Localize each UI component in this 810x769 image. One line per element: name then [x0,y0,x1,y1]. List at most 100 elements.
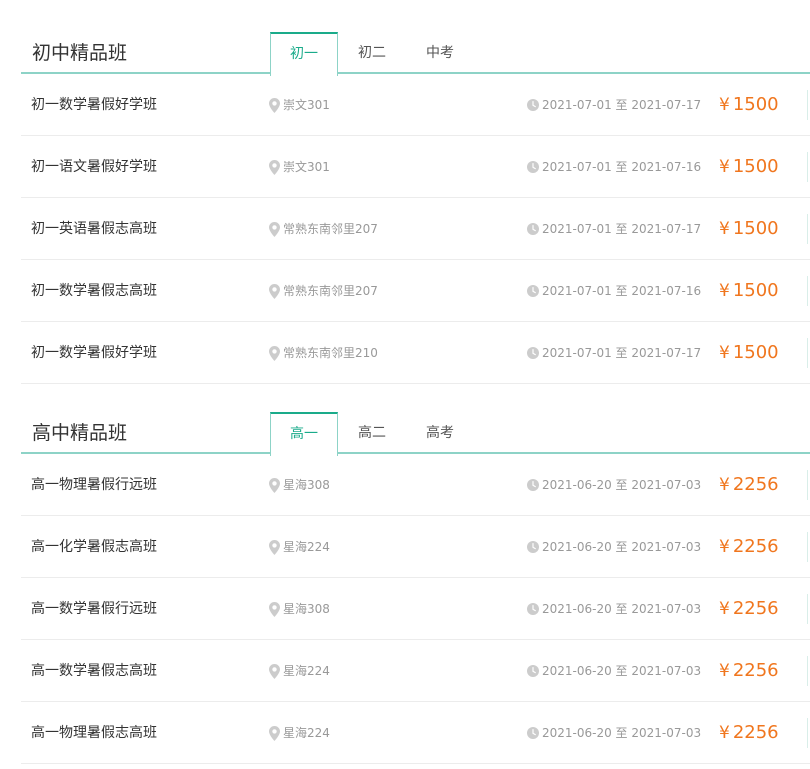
price-value: 2256 [732,660,779,681]
map-pin-icon [269,346,280,361]
yen-symbol: ¥ [719,219,730,239]
course-name-link[interactable]: 初一数学暑假好学班 [31,322,157,384]
tab-senior-1[interactable]: 高一 [270,412,338,456]
map-pin-icon [269,98,280,113]
course-price: ¥2256 [719,702,779,764]
section-header: 初中精品班 初一 初二 中考 [21,32,810,76]
course-name-link[interactable]: 初一数学暑假好学班 [31,74,157,136]
price-value: 2256 [732,598,779,619]
date-range-text: 2021-07-01 至 2021-07-17 [542,346,702,360]
course-row[interactable]: 初一英语暑假志高班 常熟东南邻里207 2021-07-01 至 2021-07… [21,198,810,260]
course-row[interactable]: 高一化学暑假志高班 星海224 2021-06-20 至 2021-07-03 … [21,516,810,578]
clock-icon [527,479,539,491]
map-pin-icon [269,602,280,617]
map-pin-icon [269,726,280,741]
clock-icon [527,285,539,297]
course-row[interactable]: 高一物理暑假志高班 星海224 2021-06-20 至 2021-07-03 … [21,702,810,764]
yen-symbol: ¥ [719,537,730,557]
price-value: 1500 [732,156,779,177]
map-pin-icon [269,160,280,175]
course-row[interactable]: 高一数学暑假志高班 星海224 2021-06-20 至 2021-07-03 … [21,640,810,702]
clock-icon [527,541,539,553]
course-list: 初一数学暑假好学班 崇文301 2021-07-01 至 2021-07-17 … [21,74,810,384]
location-text: 星海224 [283,726,330,740]
map-pin-icon [269,664,280,679]
course-name-link[interactable]: 高一数学暑假志高班 [31,640,157,702]
price-value: 1500 [732,94,779,115]
date-range-text: 2021-06-20 至 2021-07-03 [542,726,702,740]
course-list: 高一物理暑假行远班 星海308 2021-06-20 至 2021-07-03 … [21,454,810,764]
section-header: 高中精品班 高一 高二 高考 [21,412,810,456]
tab-zhongkao[interactable]: 中考 [406,32,474,74]
map-pin-icon [269,540,280,555]
price-value: 2256 [732,474,779,495]
course-row[interactable]: 高一数学暑假行远班 星海308 2021-06-20 至 2021-07-03 … [21,578,810,640]
date-range-text: 2021-06-20 至 2021-07-03 [542,664,702,678]
map-pin-icon [269,222,280,237]
price-value: 1500 [732,342,779,363]
course-name-link[interactable]: 初一语文暑假好学班 [31,136,157,198]
section-junior-high: 初中精品班 初一 初二 中考 初一数学暑假好学班 崇文301 2021-07-0… [21,32,810,384]
course-name-link[interactable]: 高一物理暑假志高班 [31,702,157,764]
course-price: ¥1500 [719,136,779,198]
yen-symbol: ¥ [719,475,730,495]
yen-symbol: ¥ [719,343,730,363]
clock-icon [527,161,539,173]
location-text: 常熟东南邻里207 [283,222,378,236]
course-price: ¥1500 [719,198,779,260]
yen-symbol: ¥ [719,599,730,619]
yen-symbol: ¥ [719,157,730,177]
location-text: 崇文301 [283,98,330,112]
date-range-text: 2021-07-01 至 2021-07-16 [542,160,702,174]
course-price: ¥2256 [719,578,779,640]
location-text: 崇文301 [283,160,330,174]
location-text: 常熟东南邻里207 [283,284,378,298]
clock-icon [527,603,539,615]
date-range-text: 2021-06-20 至 2021-07-03 [542,540,702,554]
price-value: 1500 [732,218,779,239]
section-title: 高中精品班 [32,422,128,444]
clock-icon [527,665,539,677]
date-range-text: 2021-07-01 至 2021-07-16 [542,284,702,298]
yen-symbol: ¥ [719,723,730,743]
course-row[interactable]: 初一数学暑假志高班 常熟东南邻里207 2021-07-01 至 2021-07… [21,260,810,322]
course-name-link[interactable]: 高一物理暑假行远班 [31,454,157,516]
map-pin-icon [269,478,280,493]
course-name-link[interactable]: 初一数学暑假志高班 [31,260,157,322]
course-name-link[interactable]: 初一英语暑假志高班 [31,198,157,260]
map-pin-icon [269,284,280,299]
course-price: ¥2256 [719,640,779,702]
location-text: 星海308 [283,602,330,616]
course-price: ¥2256 [719,516,779,578]
location-text: 常熟东南邻里210 [283,346,378,360]
clock-icon [527,347,539,359]
course-price: ¥1500 [719,74,779,136]
clock-icon [527,223,539,235]
course-name-link[interactable]: 高一化学暑假志高班 [31,516,157,578]
tab-grade-2[interactable]: 初二 [338,32,406,74]
tab-grade-1[interactable]: 初一 [270,32,338,76]
date-range-text: 2021-07-01 至 2021-07-17 [542,98,702,112]
yen-symbol: ¥ [719,661,730,681]
yen-symbol: ¥ [719,95,730,115]
tab-gaokao[interactable]: 高考 [406,412,474,454]
course-row[interactable]: 高一物理暑假行远班 星海308 2021-06-20 至 2021-07-03 … [21,454,810,516]
price-value: 2256 [732,536,779,557]
course-row[interactable]: 初一数学暑假好学班 崇文301 2021-07-01 至 2021-07-17 … [21,74,810,136]
tab-senior-2[interactable]: 高二 [338,412,406,454]
date-range-text: 2021-07-01 至 2021-07-17 [542,222,702,236]
course-row[interactable]: 初一语文暑假好学班 崇文301 2021-07-01 至 2021-07-16 … [21,136,810,198]
course-name-link[interactable]: 高一数学暑假行远班 [31,578,157,640]
location-text: 星海224 [283,540,330,554]
location-text: 星海224 [283,664,330,678]
course-row[interactable]: 初一数学暑假好学班 常熟东南邻里210 2021-07-01 至 2021-07… [21,322,810,384]
price-value: 2256 [732,722,779,743]
date-range-text: 2021-06-20 至 2021-07-03 [542,602,702,616]
clock-icon [527,99,539,111]
section-title: 初中精品班 [32,42,128,64]
course-price: ¥1500 [719,322,779,384]
price-value: 1500 [732,280,779,301]
location-text: 星海308 [283,478,330,492]
yen-symbol: ¥ [719,281,730,301]
course-price: ¥2256 [719,454,779,516]
